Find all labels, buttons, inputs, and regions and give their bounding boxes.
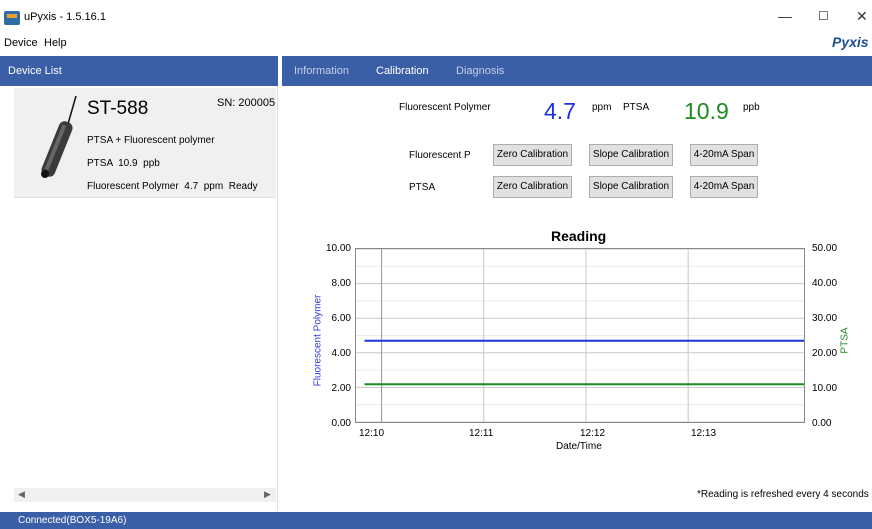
ptsa-reading-label: PTSA	[623, 102, 650, 113]
y-left-axis-label: Fluorescent Polymer	[312, 294, 324, 387]
device-ptsa-reading: PTSA 10.9 ppb	[87, 158, 160, 169]
y-right-tick: 10.00	[812, 383, 838, 394]
y-right-axis-label: PTSA	[839, 327, 851, 354]
y-right-tick: 0.00	[812, 418, 832, 429]
app-icon	[4, 11, 20, 25]
title-bar: uPyxis - 1.5.16.1 — ☐ ✕	[0, 0, 872, 34]
y-left-tick: 0.00	[331, 418, 351, 429]
y-right-tick: 50.00	[812, 243, 838, 254]
tab-calibration[interactable]: Calibration	[376, 65, 429, 77]
tab-bar: Information Calibration Diagnosis	[282, 56, 872, 86]
status-bar: Connected(BOX5-19A6)	[0, 512, 872, 529]
fp-span-button[interactable]: 4-20mA Span	[690, 144, 758, 166]
brand-logo: Pyxis	[832, 34, 869, 50]
x-tick: 12:12	[580, 428, 606, 439]
x-tick: 12:10	[359, 428, 385, 439]
ptsa-zero-calibration-button[interactable]: Zero Calibration	[493, 176, 572, 198]
close-button[interactable]: ✕	[856, 8, 868, 25]
ptsa-reading-value: 10.9	[684, 98, 729, 124]
device-serial: SN: 200005	[217, 97, 276, 109]
horizontal-scrollbar[interactable]: ◀ ▶	[14, 488, 276, 502]
x-tick: 12:11	[469, 428, 494, 439]
device-description: PTSA + Fluorescent polymer	[87, 135, 215, 146]
device-list-title: Device List	[8, 65, 62, 77]
y-right-tick: 30.00	[812, 313, 838, 324]
x-tick: 12:13	[691, 428, 717, 439]
connection-status: Connected(BOX5-19A6)	[18, 515, 127, 526]
cal-row-ptsa-label: PTSA	[409, 182, 436, 193]
ptsa-reading-unit: ppb	[743, 102, 760, 113]
maximize-button[interactable]: ☐	[818, 9, 829, 23]
tab-diagnosis[interactable]: Diagnosis	[456, 65, 504, 77]
ptsa-slope-calibration-button[interactable]: Slope Calibration	[589, 176, 673, 198]
fp-zero-calibration-button[interactable]: Zero Calibration	[493, 144, 572, 166]
ptsa-span-button[interactable]: 4-20mA Span	[690, 176, 758, 198]
y-right-tick: 20.00	[812, 348, 838, 359]
reading-chart	[356, 248, 816, 423]
y-left-tick: 10.00	[325, 243, 351, 254]
scroll-right-icon[interactable]: ▶	[264, 489, 271, 500]
fp-reading-unit: ppm	[592, 102, 612, 113]
cal-row-fp-label: Fluorescent P	[409, 150, 471, 161]
device-list: ST-588 SN: 200005 PTSA + Fluorescent pol…	[0, 86, 278, 510]
fp-slope-calibration-button[interactable]: Slope Calibration	[589, 144, 673, 166]
device-card[interactable]: ST-588 SN: 200005 PTSA + Fluorescent pol…	[14, 88, 276, 198]
menu-help[interactable]: Help	[44, 37, 67, 49]
menu-bar: Device Help	[0, 34, 872, 54]
fp-reading-value: 4.7	[544, 98, 576, 124]
tab-information[interactable]: Information	[294, 65, 349, 77]
y-right-tick: 40.00	[812, 278, 838, 289]
refresh-footnote: *Reading is refreshed every 4 seconds	[697, 489, 869, 500]
window-title: uPyxis - 1.5.16.1	[24, 11, 106, 23]
device-fp-reading: Fluorescent Polymer 4.7 ppm Ready	[87, 181, 258, 192]
x-axis-label: Date/Time	[556, 441, 602, 452]
device-list-header: Device List	[0, 56, 278, 86]
scroll-left-icon[interactable]: ◀	[18, 489, 25, 500]
menu-device[interactable]: Device	[4, 37, 38, 49]
chart-plot-area	[355, 248, 816, 423]
chart-title: Reading	[551, 228, 607, 244]
fp-reading-label: Fluorescent Polymer	[399, 102, 491, 113]
device-name: ST-588	[87, 98, 149, 119]
minimize-button[interactable]: —	[778, 8, 792, 24]
probe-sensor-icon	[41, 95, 77, 178]
